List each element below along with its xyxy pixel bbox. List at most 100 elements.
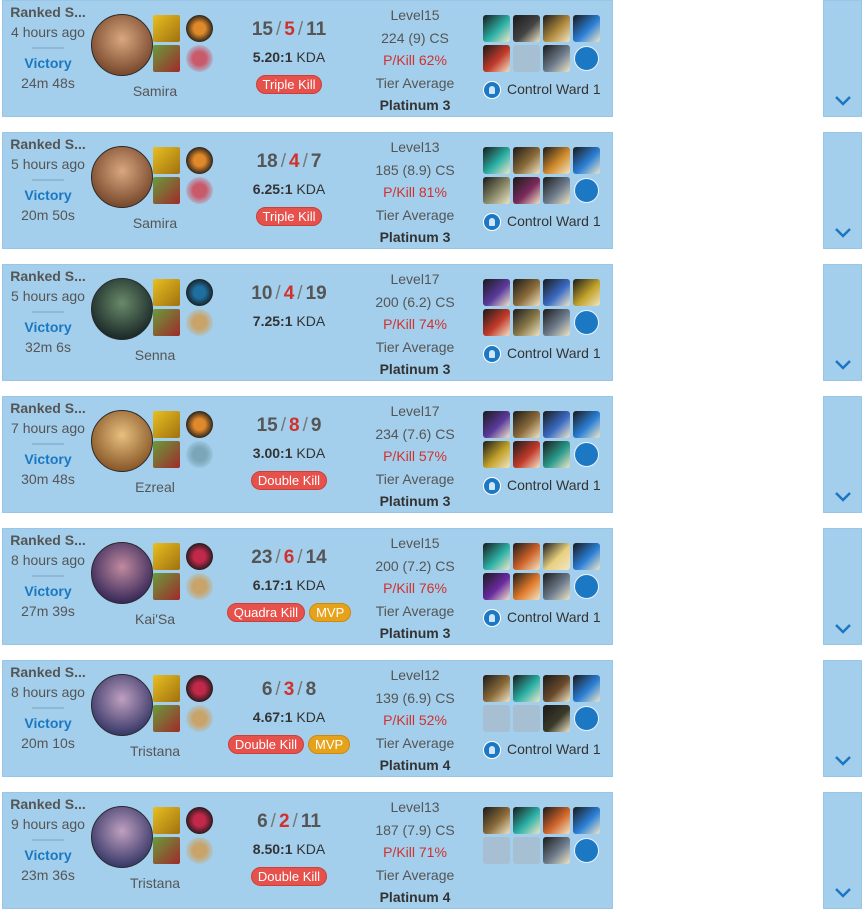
summoner-spell-icon[interactable] (153, 705, 180, 732)
expand-match-button[interactable] (823, 132, 862, 249)
trinket-ward-icon[interactable] (574, 706, 599, 731)
secondary-rune-icon[interactable] (186, 441, 213, 468)
item-icon[interactable] (483, 807, 510, 834)
secondary-rune-icon[interactable] (186, 309, 213, 336)
secondary-rune-icon[interactable] (186, 177, 213, 204)
item-icon[interactable] (543, 279, 570, 306)
item-icon[interactable] (483, 147, 510, 174)
summoner-spell-icon[interactable] (153, 177, 180, 204)
item-icon[interactable] (513, 441, 540, 468)
trinket-ward-icon[interactable] (574, 178, 599, 203)
champion-portrait[interactable] (91, 14, 153, 76)
keystone-rune-icon[interactable] (186, 15, 213, 42)
expand-match-button[interactable] (823, 528, 862, 645)
item-icon[interactable] (513, 177, 540, 204)
secondary-rune-icon[interactable] (186, 705, 213, 732)
summoner-spell-icon[interactable] (153, 807, 180, 834)
item-icon[interactable] (573, 675, 600, 702)
item-icon[interactable] (543, 675, 570, 702)
champion-name[interactable]: Tristana (99, 875, 211, 891)
item-icon[interactable] (543, 543, 570, 570)
item-icon[interactable] (483, 411, 510, 438)
trinket-ward-icon[interactable] (574, 46, 599, 71)
item-icon[interactable] (483, 15, 510, 42)
item-icon[interactable] (573, 279, 600, 306)
item-icon[interactable] (483, 279, 510, 306)
summoner-spell-icon[interactable] (153, 147, 180, 174)
trinket-ward-icon[interactable] (574, 310, 599, 335)
item-icon[interactable] (543, 177, 570, 204)
item-icon[interactable] (483, 573, 510, 600)
keystone-rune-icon[interactable] (186, 147, 213, 174)
secondary-rune-icon[interactable] (186, 45, 213, 72)
champion-portrait[interactable] (91, 278, 153, 340)
item-icon[interactable] (543, 705, 570, 732)
item-icon[interactable] (543, 441, 570, 468)
item-icon[interactable] (483, 441, 510, 468)
item-icon[interactable] (483, 309, 510, 336)
item-icon[interactable] (543, 411, 570, 438)
item-icon[interactable] (543, 309, 570, 336)
summoner-spell-icon[interactable] (153, 45, 180, 72)
item-icon[interactable] (513, 573, 540, 600)
item-icon[interactable] (543, 573, 570, 600)
item-icon[interactable] (483, 45, 510, 72)
expand-match-button[interactable] (823, 396, 862, 513)
secondary-rune-icon[interactable] (186, 837, 213, 864)
champion-name[interactable]: Tristana (99, 743, 211, 759)
item-icon[interactable] (483, 675, 510, 702)
champion-name[interactable]: Samira (99, 215, 211, 231)
expand-match-button[interactable] (823, 0, 862, 117)
trinket-ward-icon[interactable] (574, 838, 599, 863)
champion-portrait[interactable] (91, 146, 153, 208)
item-icon[interactable] (543, 15, 570, 42)
trinket-ward-icon[interactable] (574, 574, 599, 599)
keystone-rune-icon[interactable] (186, 279, 213, 306)
summoner-spell-icon[interactable] (153, 411, 180, 438)
item-icon[interactable] (543, 807, 570, 834)
expand-match-button[interactable] (823, 792, 862, 909)
item-icon[interactable] (483, 177, 510, 204)
champion-name[interactable]: Samira (99, 83, 211, 99)
item-icon[interactable] (573, 411, 600, 438)
summoner-spell-icon[interactable] (153, 441, 180, 468)
champion-portrait[interactable] (91, 806, 153, 868)
item-icon[interactable] (513, 675, 540, 702)
expand-match-button[interactable] (823, 660, 862, 777)
expand-match-button[interactable] (823, 264, 862, 381)
trinket-ward-icon[interactable] (574, 442, 599, 467)
item-icon[interactable] (543, 45, 570, 72)
item-icon[interactable] (573, 15, 600, 42)
item-icon[interactable] (513, 543, 540, 570)
champion-portrait[interactable] (91, 542, 153, 604)
item-icon[interactable] (513, 309, 540, 336)
item-icon[interactable] (573, 147, 600, 174)
champion-name[interactable]: Kai'Sa (99, 611, 211, 627)
item-icon[interactable] (513, 147, 540, 174)
summoner-spell-icon[interactable] (153, 543, 180, 570)
item-icon[interactable] (513, 411, 540, 438)
keystone-rune-icon[interactable] (186, 675, 213, 702)
summoner-spell-icon[interactable] (153, 837, 180, 864)
champion-name[interactable]: Senna (99, 347, 211, 363)
item-icon[interactable] (513, 279, 540, 306)
summoner-spell-icon[interactable] (153, 309, 180, 336)
keystone-rune-icon[interactable] (186, 543, 213, 570)
champion-portrait[interactable] (91, 674, 153, 736)
summoner-spell-icon[interactable] (153, 15, 180, 42)
summoner-spell-icon[interactable] (153, 573, 180, 600)
item-icon[interactable] (543, 837, 570, 864)
secondary-rune-icon[interactable] (186, 573, 213, 600)
item-icon[interactable] (513, 15, 540, 42)
summoner-spell-icon[interactable] (153, 675, 180, 702)
item-icon[interactable] (573, 543, 600, 570)
champion-portrait[interactable] (91, 410, 153, 472)
item-icon[interactable] (483, 543, 510, 570)
item-icon[interactable] (543, 147, 570, 174)
item-icon[interactable] (513, 807, 540, 834)
item-icon[interactable] (573, 807, 600, 834)
keystone-rune-icon[interactable] (186, 411, 213, 438)
keystone-rune-icon[interactable] (186, 807, 213, 834)
summoner-spell-icon[interactable] (153, 279, 180, 306)
champion-name[interactable]: Ezreal (99, 479, 211, 495)
